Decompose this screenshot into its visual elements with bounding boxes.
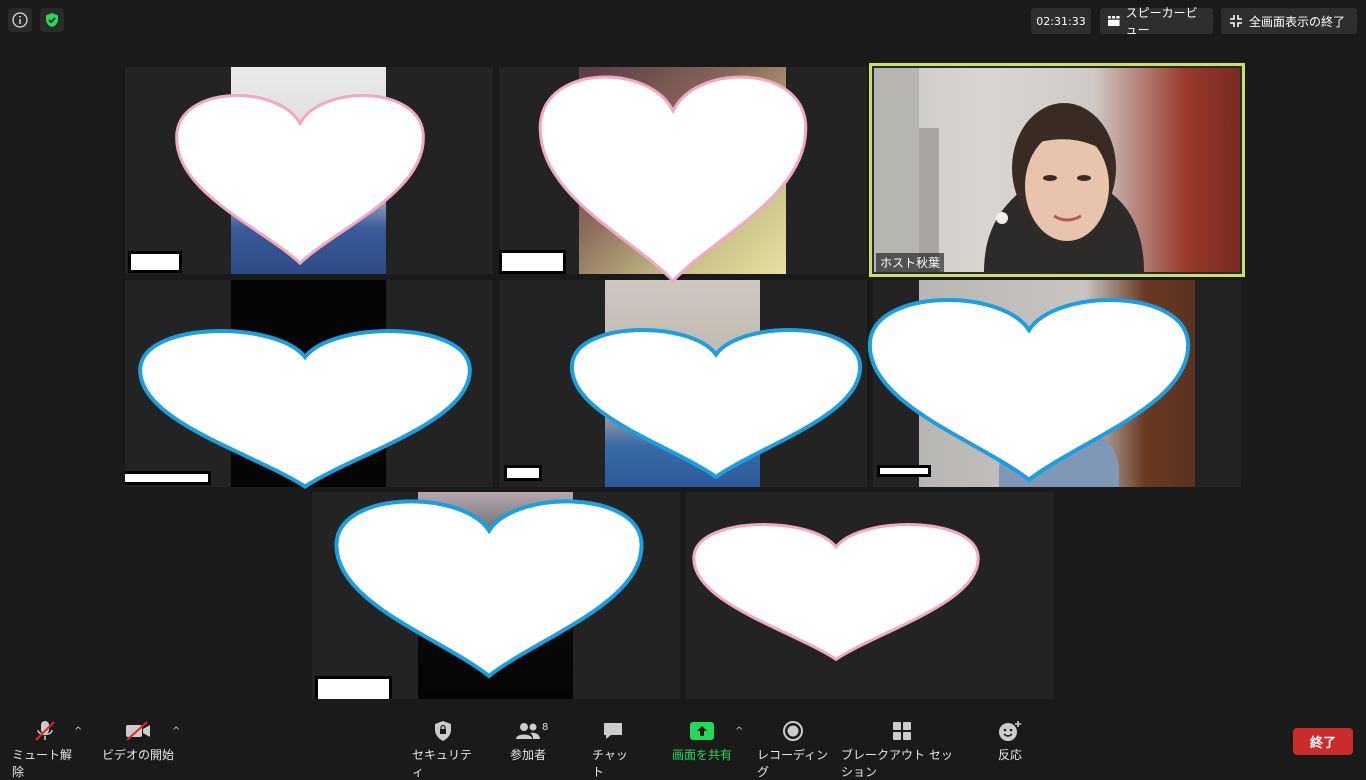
exit-fullscreen-icon bbox=[1230, 15, 1242, 27]
speaker-view-label: スピーカービュー bbox=[1125, 6, 1198, 37]
heart-sticker-pink bbox=[532, 52, 814, 288]
heart-sticker-pink bbox=[169, 75, 431, 269]
participants-icon bbox=[515, 720, 541, 742]
info-icon[interactable] bbox=[8, 8, 32, 32]
share-screen-label: 画面を共有 bbox=[671, 748, 732, 762]
security-label: セキュリティ bbox=[412, 748, 473, 779]
host-person bbox=[874, 68, 1144, 272]
unmute-button[interactable]: ミュート解除 bbox=[12, 720, 78, 780]
emoji-reaction-icon bbox=[998, 720, 1022, 742]
heart-sticker-blue bbox=[860, 278, 1198, 486]
exit-fullscreen-button[interactable]: 全画面表示の終了 bbox=[1221, 8, 1357, 34]
speaker-view-button[interactable]: スピーカービュー bbox=[1100, 6, 1213, 37]
speaker-view-icon bbox=[1108, 16, 1120, 26]
end-meeting-button[interactable]: 終了 bbox=[1293, 728, 1353, 755]
exit-fullscreen-label: 全画面表示の終了 bbox=[1249, 14, 1346, 29]
video-off-icon bbox=[125, 720, 151, 742]
start-video-button[interactable]: ビデオの開始 bbox=[102, 720, 174, 763]
reactions-label: 反応 bbox=[997, 748, 1022, 762]
recording-button[interactable]: レコーディング bbox=[757, 720, 829, 780]
participants-count-badge: 8 bbox=[542, 722, 549, 733]
reactions-button[interactable]: 反応 bbox=[994, 720, 1026, 763]
host-name-label: ホスト秋葉 bbox=[876, 253, 945, 272]
host-video bbox=[874, 68, 1240, 272]
breakout-rooms-icon bbox=[892, 720, 912, 742]
start-video-label: ビデオの開始 bbox=[102, 748, 175, 762]
chat-label: チャット bbox=[592, 748, 628, 779]
audio-options-chevron-icon[interactable]: ^ bbox=[74, 726, 82, 737]
name-redaction-box bbox=[504, 465, 542, 481]
heart-sticker-pink bbox=[685, 508, 987, 664]
security-shield-icon bbox=[433, 720, 453, 742]
record-icon bbox=[782, 720, 804, 742]
security-button[interactable]: セキュリティ bbox=[412, 720, 474, 780]
video-options-chevron-icon[interactable]: ^ bbox=[172, 726, 180, 737]
unmute-label: ミュート解除 bbox=[12, 748, 73, 779]
share-screen-button[interactable]: 画面を共有 bbox=[668, 720, 736, 763]
share-options-chevron-icon[interactable]: ^ bbox=[735, 726, 743, 737]
chat-bubble-icon bbox=[602, 720, 624, 742]
meeting-timer: 02:31:33 bbox=[1031, 8, 1091, 34]
heart-sticker-blue bbox=[130, 312, 480, 492]
breakout-rooms-button[interactable]: ブレークアウト セッション bbox=[841, 720, 963, 780]
meeting-toolbar: ミュート解除 ^ ビデオの開始 ^ セキュリティ 参加者 8 チャット 画面を共… bbox=[0, 710, 1366, 779]
share-screen-icon bbox=[689, 720, 715, 742]
chat-button[interactable]: チャット bbox=[592, 720, 634, 780]
participants-label: 参加者 bbox=[509, 748, 546, 762]
heart-sticker-blue bbox=[563, 312, 869, 482]
host-tile[interactable]: ホスト秋葉 bbox=[869, 63, 1245, 277]
encryption-shield-icon[interactable] bbox=[40, 8, 64, 32]
recording-label: レコーディング bbox=[757, 748, 829, 779]
heart-sticker-blue bbox=[327, 480, 651, 682]
breakout-rooms-label: ブレークアウト セッション bbox=[841, 748, 953, 779]
muted-microphone-icon bbox=[33, 720, 57, 742]
